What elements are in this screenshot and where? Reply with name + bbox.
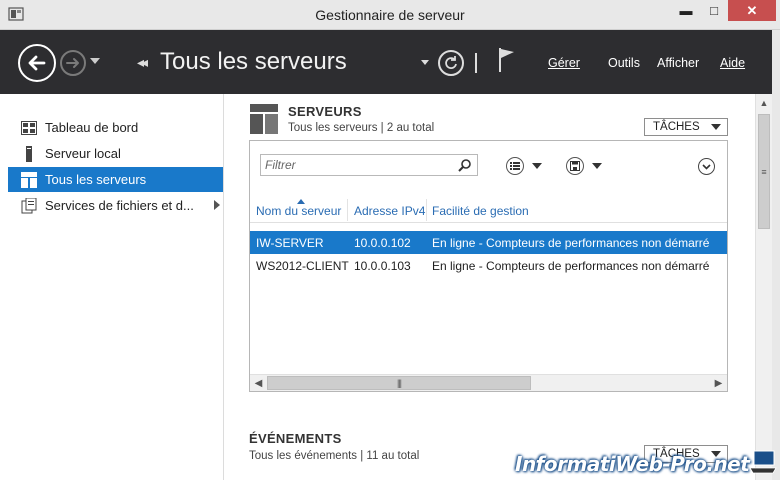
servers-icon	[21, 171, 37, 188]
laptop-logo-icon	[749, 450, 777, 474]
sidebar: Tableau de bord Serveur local Tous les s…	[0, 94, 224, 480]
window-title: Gestionnaire de serveur	[315, 7, 465, 23]
menu-outils[interactable]: Outils	[608, 56, 640, 70]
arrow-right-icon	[66, 58, 79, 68]
cell-manageability: En ligne - Compteurs de performances non…	[432, 259, 710, 273]
refresh-icon	[445, 56, 457, 69]
cell-ipv4: 10.0.0.103	[354, 259, 411, 273]
column-header-server-name[interactable]: Nom du serveur	[256, 204, 341, 218]
menu-aide[interactable]: Aide	[720, 56, 745, 70]
server-icon	[21, 145, 37, 162]
scroll-up-icon[interactable]: ▲	[756, 94, 772, 111]
back-button[interactable]	[18, 44, 56, 82]
breadcrumb-arrows-icon: ◂◂	[137, 54, 148, 70]
menu-gerer[interactable]: Gérer	[548, 56, 580, 70]
list-options-dropdown-icon[interactable]	[532, 163, 542, 169]
maximize-button[interactable]: □	[700, 0, 728, 21]
tasks-label: TÂCHES	[653, 121, 700, 133]
column-header-ipv4[interactable]: Adresse IPv4	[354, 204, 425, 218]
servers-panel: Filtrer Nom du serveur Adresse IPv4 Faci…	[249, 140, 728, 392]
column-header-manageability[interactable]: Facilité de gestion	[432, 204, 529, 218]
table-row[interactable]: WS2012-CLIENT 10.0.0.103 En ligne - Comp…	[250, 254, 727, 277]
sidebar-item-dashboard[interactable]: Tableau de bord	[8, 115, 223, 140]
arrow-left-icon	[28, 55, 46, 71]
servers-tasks-dropdown[interactable]: TÂCHES	[644, 118, 728, 136]
sidebar-item-all-servers[interactable]: Tous les serveurs	[8, 167, 223, 192]
sidebar-item-file-services[interactable]: Services de fichiers et d...	[8, 193, 223, 218]
filter-placeholder: Filtrer	[265, 158, 296, 172]
file-services-icon	[21, 197, 37, 214]
events-section-title: ÉVÉNEMENTS	[249, 431, 342, 446]
sidebar-item-label: Tous les serveurs	[45, 172, 147, 187]
refresh-button[interactable]	[438, 50, 464, 76]
cell-ipv4: 10.0.0.102	[354, 236, 411, 250]
table-row[interactable]: IW-SERVER 10.0.0.102 En ligne - Compteur…	[250, 231, 727, 254]
scroll-thumb[interactable]: ≡	[758, 114, 770, 229]
servers-section-icon	[250, 104, 278, 134]
dashboard-grid-icon	[21, 120, 37, 136]
scroll-thumb[interactable]: |||	[267, 376, 531, 390]
servers-section-subtitle: Tous les serveurs | 2 au total	[288, 122, 435, 134]
sidebar-item-label: Services de fichiers et d...	[45, 198, 194, 213]
page-title: Tous les serveurs	[160, 48, 347, 75]
horizontal-scrollbar[interactable]: ◀ ||| ▶	[250, 374, 727, 391]
vertical-scrollbar[interactable]: ▲ ≡	[755, 94, 772, 480]
chevron-down-icon	[702, 164, 711, 170]
header-separator	[475, 53, 477, 73]
save-query-dropdown-icon[interactable]	[592, 163, 602, 169]
chevron-down-icon	[711, 124, 721, 130]
minimize-button[interactable]: ▬	[672, 0, 700, 21]
notifications-flag-icon[interactable]	[496, 46, 516, 74]
history-dropdown-icon[interactable]	[90, 58, 100, 64]
close-button[interactable]: ✕	[728, 0, 776, 21]
column-divider[interactable]	[426, 199, 427, 221]
breadcrumb-dropdown-icon[interactable]	[421, 60, 429, 65]
cell-manageability: En ligne - Compteurs de performances non…	[432, 236, 710, 250]
window-frame	[772, 30, 780, 480]
list-icon	[510, 162, 520, 170]
list-options-button[interactable]	[506, 157, 524, 175]
sidebar-item-local-server[interactable]: Serveur local	[8, 141, 223, 166]
menu-afficher[interactable]: Afficher	[657, 56, 699, 70]
column-divider[interactable]	[347, 199, 348, 221]
events-section-subtitle: Tous les événements | 11 au total	[249, 450, 420, 462]
header-bar: ◂◂ Tous les serveurs Gérer Outils Affich…	[0, 30, 780, 94]
expand-button[interactable]	[698, 158, 715, 175]
sidebar-item-label: Tableau de bord	[45, 120, 139, 135]
cell-server-name: IW-SERVER	[256, 236, 324, 250]
chevron-right-icon	[214, 200, 220, 210]
sidebar-item-label: Serveur local	[45, 146, 121, 161]
save-query-button[interactable]	[566, 157, 584, 175]
scroll-right-icon[interactable]: ▶	[710, 375, 727, 391]
title-bar: Gestionnaire de serveur ▬ □ ✕	[0, 0, 780, 30]
search-icon[interactable]	[458, 158, 472, 172]
scroll-left-icon[interactable]: ◀	[250, 375, 267, 391]
filter-input[interactable]: Filtrer	[260, 154, 478, 176]
cell-server-name: WS2012-CLIENT	[256, 259, 349, 273]
watermark-text: InformatiWeb-Pro.net	[515, 452, 750, 476]
servers-section-title: SERVEURS	[288, 104, 362, 119]
forward-button[interactable]	[60, 50, 86, 76]
save-icon	[570, 161, 580, 171]
table-header: Nom du serveur Adresse IPv4 Facilité de …	[250, 195, 727, 223]
main-content: SERVEURS Tous les serveurs | 2 au total …	[225, 94, 755, 480]
